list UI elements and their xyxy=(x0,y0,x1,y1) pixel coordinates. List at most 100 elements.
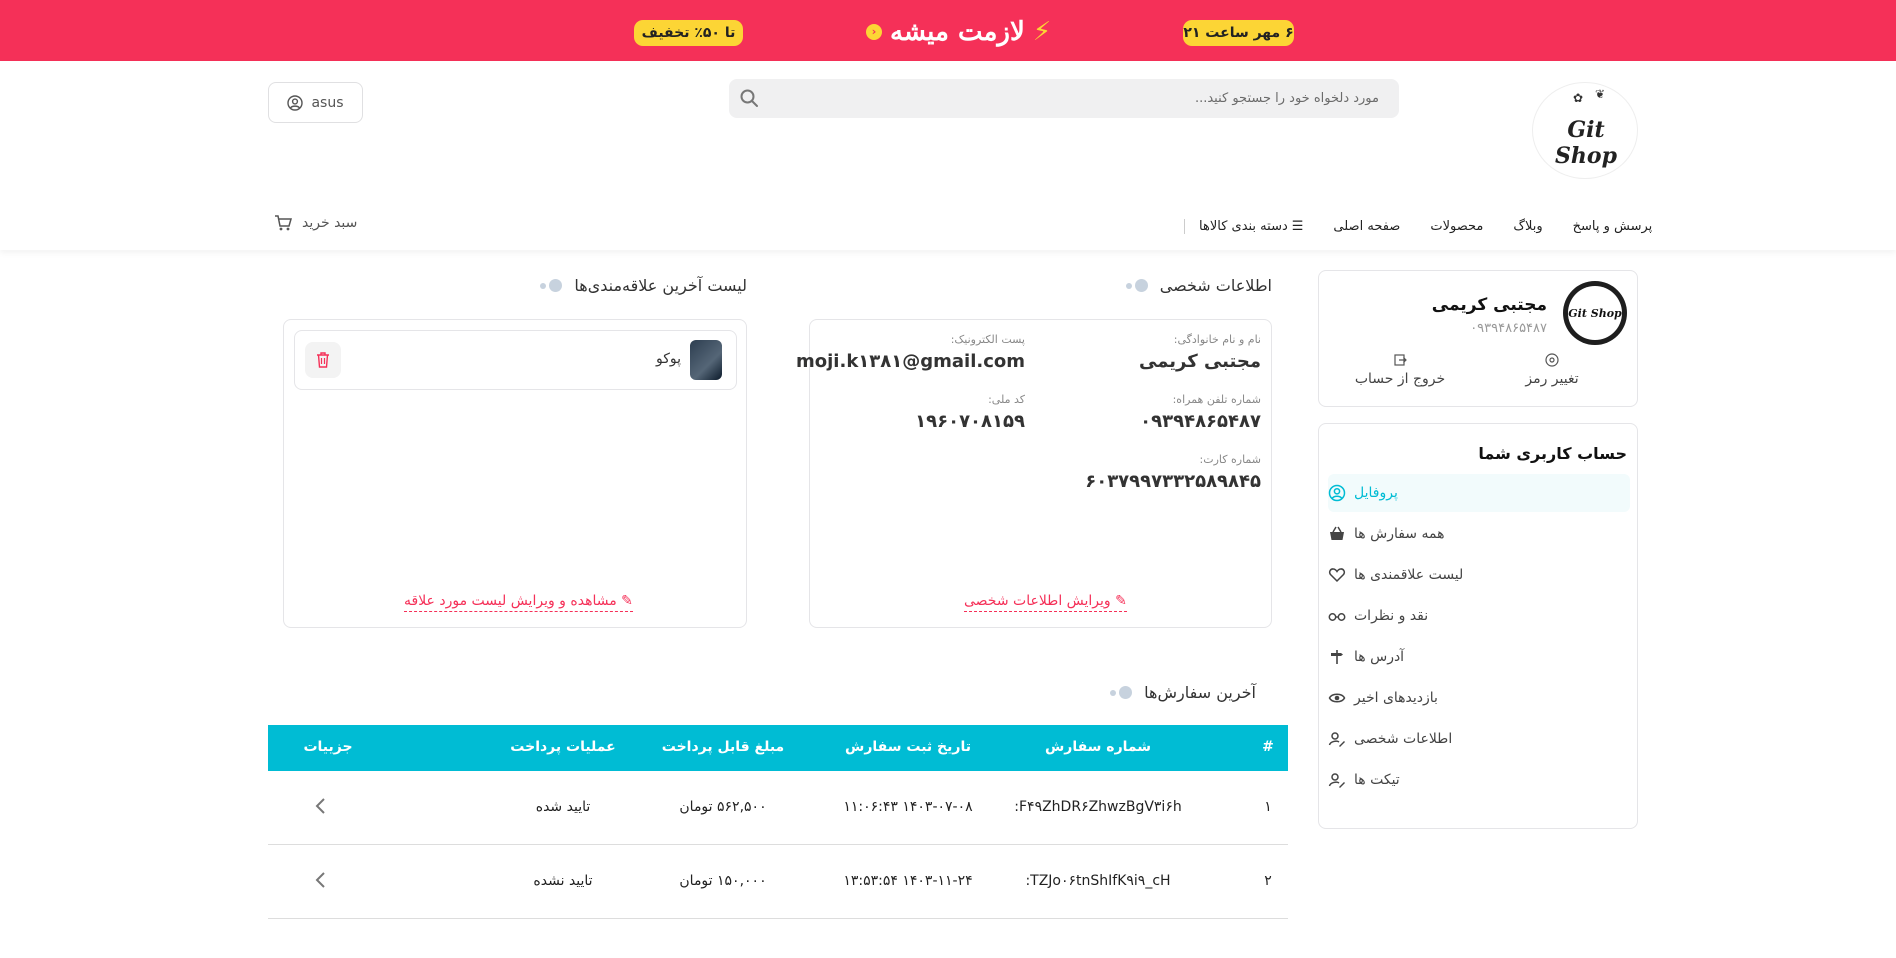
signpost-icon xyxy=(1331,650,1343,664)
change-password-button[interactable]: تغییر رمز xyxy=(1482,353,1622,387)
column-header: جزییات xyxy=(303,739,353,755)
table-header: # شماره سفارش تاریخ ثبت سفارش مبلغ قابل … xyxy=(268,725,1288,771)
user-label: asus xyxy=(311,94,344,111)
order-date: ۱۴۰۳-۱۱-۲۴ ۱۳:۵۳:۵۴ xyxy=(843,873,973,889)
user-edit-icon xyxy=(1328,732,1345,747)
site-logo[interactable]: ✿ ❦ Git Shop xyxy=(1532,82,1638,179)
menu-item-reviews[interactable]: نقد و نظرات xyxy=(1328,597,1630,635)
edit-icon: ✎ xyxy=(621,593,633,609)
logo-text: Git Shop xyxy=(1555,117,1617,169)
column-header: تاریخ ثبت سفارش xyxy=(845,739,971,755)
personal-info-title: اطلاعات شخصی xyxy=(1125,276,1272,295)
menu-item-wishlist[interactable]: لیست علاقمندی ها xyxy=(1328,556,1630,594)
name-value: مجتبی کریمی xyxy=(1139,351,1261,372)
order-date: ۱۴۰۳-۰۷-۰۸ ۱۱:۰۶:۴۳ xyxy=(843,799,973,815)
cart-icon xyxy=(275,215,292,231)
name-label: نام و نام خانوادگی: xyxy=(1173,333,1261,346)
cart-button[interactable]: سبد خرید xyxy=(274,214,357,232)
nav-categories-label: دسته بندی کالاها xyxy=(1199,219,1288,234)
order-status: تایید نشده xyxy=(533,873,593,889)
avatar-logo-text: Git Shop xyxy=(1568,286,1622,340)
menu-item-recent-views[interactable]: بازدیدهای اخیر xyxy=(1328,679,1630,717)
national-id-value: ۱۹۶۰۷۰۸۱۵۹ xyxy=(915,411,1025,432)
menu-item-label: اطلاعات شخصی xyxy=(1354,731,1453,747)
account-menu: حساب کاربری شما پروفایل همه سفارش ها لیس… xyxy=(1318,423,1638,829)
chevron-left-icon[interactable] xyxy=(312,869,330,891)
menu-item-label: بازدیدهای اخیر xyxy=(1354,690,1438,706)
user-account-button[interactable]: asus xyxy=(268,82,363,123)
eye-icon xyxy=(1328,693,1346,703)
menu-icon: ☰ xyxy=(1291,219,1304,234)
menu-item-personal-info[interactable]: اطلاعات شخصی xyxy=(1328,720,1630,758)
nav-faq[interactable]: پرسش و پاسخ xyxy=(1573,219,1653,234)
edit-icon: ✎ xyxy=(1115,593,1127,609)
nav-products[interactable]: محصولات xyxy=(1430,219,1483,234)
menu-item-orders[interactable]: همه سفارش ها xyxy=(1328,515,1630,553)
menu-item-label: تیکت ها xyxy=(1354,772,1400,788)
order-number: ۲ xyxy=(1264,873,1272,889)
chevron-left-icon[interactable] xyxy=(312,795,330,817)
decor-icon: ❦ xyxy=(1595,87,1606,101)
favorites-title: لیست آخرین علاقه‌مندی‌ها xyxy=(540,276,747,295)
delete-favorite-button[interactable] xyxy=(305,342,341,378)
section-dots-icon xyxy=(1125,279,1148,292)
table-row[interactable]: ۲ TZJo۰۶tnShIfK۹i۹_cH: ۱۴۰۳-۱۱-۲۴ ۱۳:۵۳:… xyxy=(268,845,1288,919)
view-wishlist-label: مشاهده و ویرایش لیست مورد علاقه xyxy=(404,593,617,609)
view-wishlist-link[interactable]: ✎ مشاهده و ویرایش لیست مورد علاقه xyxy=(404,593,633,612)
search-icon[interactable] xyxy=(739,88,759,108)
lightning-icon: ⚡ xyxy=(1032,17,1052,47)
menu-item-label: نقد و نظرات xyxy=(1354,608,1429,624)
orders-title: آخرین سفارش‌ها xyxy=(1110,683,1256,702)
date-badge: ۶ مهر ساعت ۲۱ xyxy=(1183,20,1294,46)
column-header: شماره سفارش xyxy=(1044,739,1152,755)
column-header: مبلغ قابل پرداخت xyxy=(661,739,785,755)
user-edit-icon xyxy=(1328,773,1345,788)
menu-item-addresses[interactable]: آدرس ها xyxy=(1328,638,1630,676)
favorites-title-text: لیست آخرین علاقه‌مندی‌ها xyxy=(574,276,747,295)
menu-item-tickets[interactable]: تیکت ها xyxy=(1328,761,1630,799)
profile-card: Git Shop مجتبی کریمی ۰۹۳۹۴۸۶۵۴۸۷ تغییر ر… xyxy=(1318,270,1638,407)
menu-item-label: لیست علاقمندی ها xyxy=(1354,567,1464,583)
promo-banner[interactable]: تا ۵۰٪ تخفیف › لازمت میشه ⚡ ۶ مهر ساعت ۲… xyxy=(0,0,1896,61)
promo-headline: لازمت میشه xyxy=(890,17,1025,47)
promo-headline-group: › لازمت میشه ⚡ xyxy=(866,12,1051,52)
edit-personal-info-link[interactable]: ✎ ویرایش اطلاعات شخصی xyxy=(964,593,1127,612)
logout-button[interactable]: خروج از حساب xyxy=(1330,353,1470,387)
email-label: پست الکترونیک: xyxy=(950,333,1025,346)
edit-personal-info-label: ویرایش اطلاعات شخصی xyxy=(964,593,1111,609)
profile-phone: ۰۹۳۹۴۸۶۵۴۸۷ xyxy=(1470,321,1547,336)
nav-home[interactable]: صفحه اصلی xyxy=(1333,219,1400,234)
nav-blog[interactable]: وبلاگ xyxy=(1513,219,1542,234)
logout-label: خروج از حساب xyxy=(1354,371,1446,387)
column-header: # xyxy=(1262,739,1274,755)
logout-icon xyxy=(1394,354,1407,366)
favorite-item[interactable]: پوکو xyxy=(294,330,737,390)
decor-icon: ✿ xyxy=(1573,91,1584,105)
heart-icon xyxy=(1328,568,1346,583)
change-password-label: تغییر رمز xyxy=(1525,371,1579,387)
orders-table: # شماره سفارش تاریخ ثبت سفارش مبلغ قابل … xyxy=(268,725,1288,919)
menu-item-profile[interactable]: پروفایل xyxy=(1328,474,1630,512)
trash-icon xyxy=(317,352,329,368)
orders-title-text: آخرین سفارش‌ها xyxy=(1144,683,1256,702)
order-id: TZJo۰۶tnShIfK۹i۹_cH: xyxy=(1025,873,1171,889)
user-circle-icon xyxy=(1328,484,1346,502)
search-bar[interactable] xyxy=(729,79,1399,118)
product-thumbnail xyxy=(690,340,722,380)
table-row[interactable]: ۱ F۴۹ZhDR۶ZhwzBgV۳i۶h: ۱۴۰۳-۰۷-۰۸ ۱۱:۰۶:… xyxy=(268,771,1288,845)
personal-info-card: نام و نام خانوادگی: مجتبی کریمی پست الکت… xyxy=(796,319,1272,628)
menu-title: حساب کاربری شما xyxy=(1478,444,1627,463)
main-nav: ☰ دسته بندی کالاها صفحه اصلی محصولات وبل… xyxy=(1170,219,1652,234)
cart-label: سبد خرید xyxy=(302,215,358,231)
favorites-card: پوکو ✎ مشاهده و ویرایش لیست مورد علاقه xyxy=(283,319,747,628)
basket-icon xyxy=(1330,526,1344,540)
search-input[interactable] xyxy=(769,79,1389,118)
order-number: ۱ xyxy=(1264,799,1272,815)
menu-item-label: همه سفارش ها xyxy=(1354,526,1445,542)
section-dots-icon xyxy=(1110,686,1133,699)
glasses-icon xyxy=(1328,613,1346,621)
order-status: تایید شده xyxy=(535,799,591,815)
nav-categories[interactable]: ☰ دسته بندی کالاها xyxy=(1184,219,1303,234)
email-value: moji.k۱۳۸۱@gmail.com xyxy=(796,351,1025,372)
avatar: Git Shop xyxy=(1563,281,1627,345)
